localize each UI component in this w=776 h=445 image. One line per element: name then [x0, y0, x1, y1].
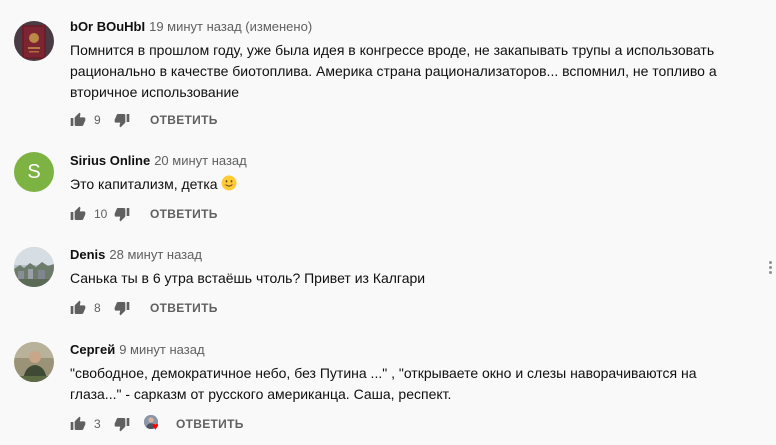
- timestamp[interactable]: 19 минут назад (изменено): [149, 19, 312, 34]
- avatar[interactable]: S: [14, 152, 54, 192]
- timestamp[interactable]: 20 минут назад: [154, 153, 247, 168]
- thumbs-up-icon[interactable]: [70, 300, 86, 316]
- reply-button[interactable]: ОТВЕТИТЬ: [176, 417, 244, 431]
- comment-item: Сергей 9 минут назад "свободное, демократ…: [0, 326, 776, 445]
- thumbs-down-icon[interactable]: [114, 300, 130, 316]
- more-actions-icon[interactable]: [767, 260, 773, 276]
- thumbs-up-icon[interactable]: [70, 206, 86, 222]
- comment-item: bOr BOuHbI 19 минут назад (изменено) Помн…: [0, 0, 776, 140]
- reply-button[interactable]: ОТВЕТИТЬ: [150, 301, 218, 315]
- avatar[interactable]: [14, 247, 54, 287]
- thumbs-up-icon[interactable]: [70, 112, 86, 128]
- author-name[interactable]: Сергей: [70, 342, 115, 357]
- author-name[interactable]: bOr BOuHbI: [70, 19, 145, 34]
- author-name[interactable]: Denis: [70, 247, 105, 262]
- avatar-letter: S: [27, 160, 41, 183]
- timestamp[interactable]: 28 минут назад: [109, 247, 202, 262]
- person-avatar-icon: [14, 342, 54, 382]
- comment-text: Санька ты в 6 утра встаёшь чтоль? Привет…: [70, 270, 426, 286]
- creator-heart: ♥: [144, 415, 162, 433]
- like-count: 10: [94, 207, 108, 221]
- comment-item: S Sirius Online 20 минут назад Это капита…: [0, 140, 776, 230]
- avatar[interactable]: [14, 342, 54, 382]
- comment-item: Denis 28 минут назад Санька ты в 6 утра в…: [0, 230, 776, 326]
- reply-button[interactable]: ОТВЕТИТЬ: [150, 207, 218, 221]
- heart-icon: ♥: [152, 421, 159, 433]
- comment-actions: 10 ОТВЕТИТЬ: [70, 202, 218, 226]
- like-count: 8: [94, 301, 101, 315]
- smiling-face-icon: [221, 175, 237, 191]
- city-avatar-icon: [14, 247, 54, 287]
- thumbs-up-icon[interactable]: [70, 416, 86, 432]
- comment-text: "свободное, демократичное небо, без Пути…: [70, 365, 697, 402]
- comment-actions: 3 ♥ ОТВЕТИТЬ: [70, 412, 244, 436]
- comment-header: Denis 28 минут назад: [70, 246, 202, 264]
- comment-text: Помнится в прошлом году, уже была идея в…: [70, 42, 717, 100]
- like-count: 3: [94, 417, 101, 431]
- avatar[interactable]: [14, 21, 54, 61]
- thumbs-down-icon[interactable]: [114, 112, 130, 128]
- timestamp[interactable]: 9 минут назад: [119, 342, 204, 357]
- comment-header: Sirius Online 20 минут назад: [70, 152, 247, 170]
- comment-header: bOr BOuHbI 19 минут назад (изменено): [70, 18, 312, 36]
- passport-avatar-icon: [14, 21, 54, 61]
- comment-actions: 8 ОТВЕТИТЬ: [70, 296, 218, 320]
- comment-header: Сергей 9 минут назад: [70, 341, 205, 359]
- author-name[interactable]: Sirius Online: [70, 153, 150, 168]
- comment-actions: 9 ОТВЕТИТЬ: [70, 108, 218, 132]
- comment-text: Это капитализм, детка: [70, 174, 760, 195]
- comment-text-content: Это капитализм, детка: [70, 176, 218, 192]
- reply-button[interactable]: ОТВЕТИТЬ: [150, 113, 218, 127]
- like-count: 9: [94, 113, 101, 127]
- thumbs-down-icon[interactable]: [114, 206, 130, 222]
- thumbs-down-icon[interactable]: [114, 416, 130, 432]
